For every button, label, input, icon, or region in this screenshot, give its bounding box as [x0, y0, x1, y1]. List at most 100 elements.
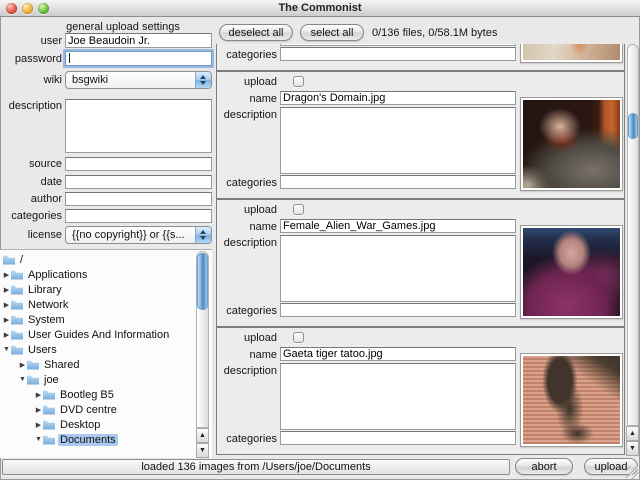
tree-item-label: /	[20, 253, 24, 266]
description-label: description	[223, 365, 277, 377]
list-scroll-up-button[interactable]: ▲	[626, 426, 639, 441]
license-select[interactable]: {{no copyright}} or {{s...	[65, 226, 212, 244]
date-input[interactable]	[65, 175, 212, 189]
categories-input[interactable]	[65, 209, 212, 223]
tree-item-system[interactable]: ▶ System	[0, 312, 195, 327]
list-scrollbar-track[interactable]	[627, 44, 639, 426]
tree-item-label: joe	[44, 373, 59, 386]
list-scroll-down-button[interactable]: ▼	[626, 441, 639, 456]
tree-item-label: Desktop	[60, 418, 101, 431]
tree-item-dvd-centre[interactable]: ▶ DVD centre	[0, 402, 195, 417]
folder-icon	[43, 435, 55, 445]
popup-arrows-icon	[195, 227, 211, 243]
folder-icon	[3, 255, 15, 265]
upload-label: upload	[243, 332, 277, 344]
upload-checkbox[interactable]	[293, 204, 304, 215]
author-input[interactable]	[65, 192, 212, 206]
disclosure-triangle-icon[interactable]: ▶	[34, 421, 43, 429]
folder-icon	[11, 285, 23, 295]
folder-icon	[27, 375, 39, 385]
thumbnail-image	[520, 225, 623, 319]
description-label: description	[8, 100, 62, 112]
folder-icon	[11, 315, 23, 325]
source-label: source	[28, 158, 62, 170]
tree-item-label: Bootleg B5	[60, 388, 114, 401]
name-label: name	[249, 349, 277, 361]
description-textarea[interactable]	[65, 99, 212, 153]
tree-item-desktop[interactable]: ▶ Desktop	[0, 417, 195, 432]
tree-item-label: Shared	[44, 358, 80, 371]
categories-label: categories	[226, 305, 277, 317]
file-categories-input[interactable]	[280, 47, 516, 61]
disclosure-triangle-icon[interactable]: ▶	[2, 271, 11, 279]
disclosure-triangle-icon[interactable]: ▶	[2, 301, 11, 309]
thumbnail-image	[520, 353, 623, 447]
tree-item-label: DVD centre	[60, 403, 117, 416]
tree-item-library[interactable]: ▶ Library	[0, 282, 195, 297]
file-item: upload name description categories	[216, 44, 625, 71]
tree-item-user-guides[interactable]: ▶ User Guides And Information	[0, 327, 195, 342]
tree-item-documents[interactable]: ▼ Documents	[0, 432, 195, 447]
password-label: password	[14, 53, 62, 65]
file-name-input[interactable]	[280, 91, 516, 105]
tree-item-joe[interactable]: ▼ joe	[0, 372, 195, 387]
categories-label: categories	[226, 49, 277, 61]
status-message: loaded 136 images from /Users/joe/Docume…	[2, 459, 510, 475]
disclosure-triangle-icon[interactable]: ▶	[2, 286, 11, 294]
disclosure-triangle-icon[interactable]: ▶	[18, 361, 27, 369]
folder-icon	[43, 390, 55, 400]
disclosure-triangle-icon[interactable]: ▶	[2, 331, 11, 339]
tree-scrollbar-thumb[interactable]	[197, 253, 208, 310]
deselect-all-button[interactable]: deselect all	[219, 24, 293, 41]
file-categories-input[interactable]	[280, 303, 516, 317]
tree-item-applications[interactable]: ▶ Applications	[0, 267, 195, 282]
upload-checkbox[interactable]	[293, 76, 304, 87]
tree-scroll-up-button[interactable]: ▲	[196, 428, 209, 443]
file-description-textarea[interactable]	[280, 107, 516, 174]
file-name-input[interactable]	[280, 347, 516, 361]
thumbnail-image	[520, 97, 623, 191]
tree-item-root[interactable]: /	[0, 252, 195, 267]
source-input[interactable]	[65, 157, 212, 171]
license-selected-value: {{no copyright}} or {{s...	[72, 229, 185, 241]
directory-tree: / ▶ Applications ▶ Library ▶ Network ▶ S…	[0, 249, 212, 458]
disclosure-triangle-icon[interactable]: ▶	[2, 316, 11, 324]
categories-label: categories	[226, 177, 277, 189]
categories-label: categories	[226, 433, 277, 445]
tree-item-network[interactable]: ▶ Network	[0, 297, 195, 312]
title-bar[interactable]: The Commonist	[0, 0, 640, 17]
folder-icon	[11, 270, 23, 280]
tree-item-users[interactable]: ▼ Users	[0, 342, 195, 357]
select-all-button[interactable]: select all	[300, 24, 364, 41]
list-scrollbar-thumb[interactable]	[628, 113, 638, 139]
file-categories-input[interactable]	[280, 175, 516, 189]
tree-item-shared[interactable]: ▶ Shared	[0, 357, 195, 372]
tree-scroll-down-button[interactable]: ▼	[196, 443, 209, 458]
user-input[interactable]	[65, 33, 212, 48]
abort-button[interactable]: abort	[515, 458, 573, 475]
popup-arrows-icon	[195, 72, 211, 88]
disclosure-triangle-icon[interactable]: ▼	[18, 376, 27, 383]
tree-item-label: Applications	[28, 268, 88, 281]
disclosure-triangle-icon[interactable]: ▼	[2, 346, 11, 353]
file-name-input[interactable]	[280, 219, 516, 233]
upload-checkbox[interactable]	[293, 332, 304, 343]
resize-grip-icon[interactable]	[626, 466, 639, 479]
thumbnail-image	[520, 44, 623, 63]
settings-panel-title: general upload settings	[66, 21, 180, 33]
tree-item-label: Library	[28, 283, 62, 296]
wiki-label: wiki	[43, 74, 62, 86]
file-categories-input[interactable]	[280, 431, 516, 445]
file-description-textarea[interactable]	[280, 235, 516, 302]
wiki-select[interactable]: bsgwiki	[65, 71, 212, 89]
tree-item-bootleg-b5[interactable]: ▶ Bootleg B5	[0, 387, 195, 402]
license-label: license	[27, 229, 62, 241]
text-caret	[69, 53, 70, 63]
tree-item-label: Users	[28, 343, 57, 356]
file-description-textarea[interactable]	[280, 363, 516, 430]
disclosure-triangle-icon[interactable]: ▶	[34, 391, 43, 399]
file-description-textarea[interactable]	[280, 44, 516, 46]
disclosure-triangle-icon[interactable]: ▼	[34, 436, 43, 443]
password-input[interactable]	[65, 51, 212, 66]
disclosure-triangle-icon[interactable]: ▶	[34, 406, 43, 414]
